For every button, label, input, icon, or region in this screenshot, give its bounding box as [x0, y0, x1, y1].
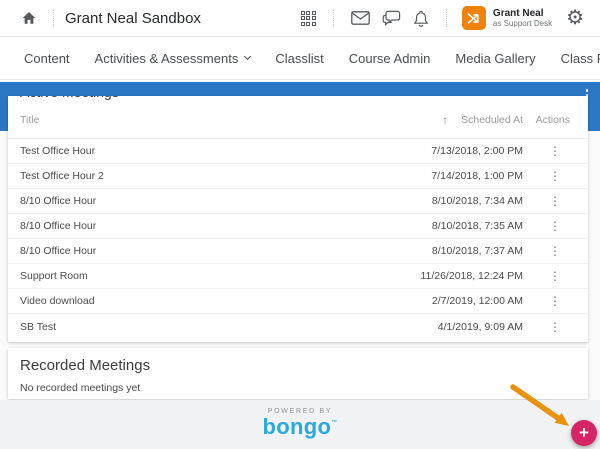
notifications-bell-icon[interactable]	[407, 5, 435, 31]
course-navbar: Content Activities & Assessments Classli…	[0, 37, 600, 80]
row-actions-kebab-icon[interactable]: ⋮	[549, 145, 561, 157]
divider	[446, 9, 447, 27]
user-menu[interactable]: Grant Neal as Support Desk	[493, 8, 552, 29]
nav-item-media-gallery[interactable]: Media Gallery	[455, 51, 535, 66]
minibar-actions: Grant Neal as Support Desk ⚙	[295, 5, 588, 31]
plus-icon: +	[579, 423, 589, 443]
meeting-row: SB Test 4/1/2019, 9:09 AM ⋮	[8, 314, 588, 339]
recorded-meetings-card: Recorded Meetings No recorded meetings y…	[8, 348, 588, 399]
settings-gear-icon[interactable]: ⚙	[562, 8, 588, 28]
row-actions-kebab-icon[interactable]: ⋮	[549, 321, 561, 333]
column-header-actions: Actions	[523, 114, 576, 126]
meeting-scheduled-at: 7/14/2018, 1:00 PM	[431, 170, 523, 182]
meeting-scheduled-at: 7/13/2018, 2:00 PM	[431, 145, 523, 157]
meeting-scheduled-at: 8/10/2018, 7:35 AM	[432, 220, 523, 232]
add-meeting-fab-button[interactable]: +	[571, 420, 597, 446]
meeting-title: 8/10 Office Hour	[20, 195, 432, 207]
meeting-scheduled-at: 2/7/2019, 12:00 AM	[432, 295, 523, 307]
meeting-title: 8/10 Office Hour	[20, 245, 432, 257]
meeting-scheduled-at: 8/10/2018, 7:34 AM	[432, 195, 523, 207]
nav-item-activities-assessments[interactable]: Activities & Assessments	[95, 51, 251, 66]
chevron-down-icon	[244, 53, 251, 60]
divider	[53, 9, 54, 27]
meeting-title: Test Office Hour	[20, 145, 431, 157]
bongo-logo: bongo™	[0, 415, 600, 438]
meeting-row: Support Room 11/26/2018, 12:24 PM ⋮	[8, 264, 588, 289]
recorded-meetings-title: Recorded Meetings	[20, 357, 588, 374]
active-meetings-card: Active Meetings Title ↑ Scheduled At Act…	[8, 96, 588, 342]
row-actions-kebab-icon[interactable]: ⋮	[549, 195, 561, 207]
meeting-scheduled-at: 8/10/2018, 7:37 AM	[432, 245, 523, 257]
sort-ascending-icon: ↑	[442, 113, 448, 127]
meeting-row: 8/10 Office Hour 8/10/2018, 7:34 AM ⋮	[8, 189, 588, 214]
row-actions-kebab-icon[interactable]: ⋮	[549, 270, 561, 282]
email-icon[interactable]	[345, 5, 376, 31]
meeting-title: Support Room	[20, 270, 420, 282]
divider	[333, 9, 334, 27]
row-actions-kebab-icon[interactable]: ⋮	[549, 295, 561, 307]
meeting-title: 8/10 Office Hour	[20, 220, 432, 232]
user-avatar-impersonation-icon[interactable]	[462, 6, 486, 30]
meeting-title: Test Office Hour 2	[20, 170, 431, 182]
meeting-row: Test Office Hour 2 7/14/2018, 1:00 PM ⋮	[8, 164, 588, 189]
user-role: as Support Desk	[493, 19, 552, 28]
row-actions-kebab-icon[interactable]: ⋮	[549, 245, 561, 257]
minibar: Grant Neal Sandbox	[0, 0, 600, 37]
row-actions-kebab-icon[interactable]: ⋮	[549, 170, 561, 182]
column-header-title: Title	[20, 114, 442, 126]
recorded-meetings-empty-message: No recorded meetings yet	[20, 382, 588, 394]
meeting-scheduled-at: 4/1/2019, 9:09 AM	[438, 321, 523, 333]
chat-icon[interactable]	[376, 5, 407, 31]
meeting-title: SB Test	[20, 321, 438, 333]
nav-item-classlist[interactable]: Classlist	[275, 51, 323, 66]
meeting-row: Test Office Hour 7/13/2018, 2:00 PM ⋮	[8, 139, 588, 164]
meeting-row: Video download 2/7/2019, 12:00 AM ⋮	[8, 289, 588, 314]
meeting-title: Video download	[20, 295, 432, 307]
row-actions-kebab-icon[interactable]: ⋮	[549, 220, 561, 232]
column-header-scheduled-at[interactable]: ↑ Scheduled At	[442, 113, 523, 127]
nav-item-content[interactable]: Content	[24, 51, 70, 66]
meeting-row: 8/10 Office Hour 8/10/2018, 7:37 AM ⋮	[8, 239, 588, 264]
content-area: Active Meetings Title ↑ Scheduled At Act…	[0, 81, 600, 449]
meeting-row: 8/10 Office Hour 8/10/2018, 7:35 AM ⋮	[8, 214, 588, 239]
page-title: Grant Neal Sandbox	[65, 10, 201, 27]
nav-item-class-progress[interactable]: Class Progress	[561, 51, 600, 66]
meeting-scheduled-at: 11/26/2018, 12:24 PM	[420, 270, 523, 282]
home-icon[interactable]	[16, 5, 42, 31]
user-name: Grant Neal	[493, 8, 552, 20]
waffle-icon	[301, 11, 316, 26]
meetings-table-header: Title ↑ Scheduled At Actions	[8, 101, 588, 139]
nav-item-course-admin[interactable]: Course Admin	[349, 51, 431, 66]
footer: POWERED BY bongo™	[0, 400, 600, 449]
apps-grid-icon[interactable]	[295, 5, 322, 31]
